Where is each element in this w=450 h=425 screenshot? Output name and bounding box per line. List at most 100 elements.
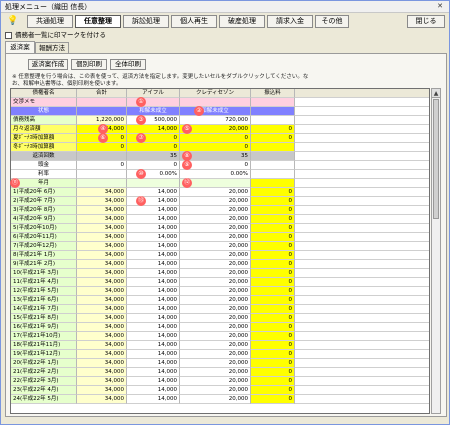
schedule-fee[interactable]: 0 xyxy=(251,242,295,251)
schedule-saison[interactable]: 20,000 xyxy=(180,260,251,269)
schedule-aiful[interactable]: 14,000 xyxy=(127,287,180,296)
schedule-saison[interactable]: 20,000 xyxy=(180,323,251,332)
schedule-fee[interactable]: 0 xyxy=(251,206,295,215)
schedule-fee[interactable]: 0 xyxy=(251,215,295,224)
schedule-aiful[interactable]: 14,000 xyxy=(127,350,180,359)
schedule-fee[interactable]: 0 xyxy=(251,260,295,269)
schedule-fee[interactable]: 0 xyxy=(251,251,295,260)
schedule-saison[interactable]: 20,000 xyxy=(180,395,251,404)
schedule-saison[interactable]: 20,000 xyxy=(180,224,251,233)
rate-aiful[interactable]: 0.00% xyxy=(127,170,180,179)
schedule-fee[interactable]: 0 xyxy=(251,287,295,296)
summer-bonus-aiful[interactable]: 0 xyxy=(127,134,180,143)
tab-litigation[interactable]: 訴訟処理 xyxy=(123,15,169,28)
winter-bonus-aiful[interactable]: 0 xyxy=(127,143,180,152)
individual-print-button[interactable]: 個別印刷 xyxy=(71,59,107,70)
memo-cell[interactable] xyxy=(251,98,295,107)
schedule-aiful[interactable]: 14,000 xyxy=(127,251,180,260)
schedule-fee[interactable]: 0 xyxy=(251,395,295,404)
schedule-aiful[interactable]: 14,000 xyxy=(127,314,180,323)
memo-cell[interactable] xyxy=(127,98,180,107)
schedule-aiful[interactable]: 14,000 xyxy=(127,332,180,341)
winter-bonus-saison[interactable]: 0 xyxy=(180,143,251,152)
mark-checkbox-row[interactable]: 債務者一覧に印マークを付ける xyxy=(5,31,106,40)
schedule-saison[interactable]: 20,000 xyxy=(180,314,251,323)
vertical-scrollbar[interactable]: ▲ xyxy=(431,88,441,414)
schedule-saison[interactable]: 20,000 xyxy=(180,197,251,206)
rate-saison[interactable]: 0.00% xyxy=(180,170,251,179)
tab-repayment-plan[interactable]: 返済案 xyxy=(5,41,35,53)
schedule-aiful[interactable]: 14,000 xyxy=(127,233,180,242)
schedule-fee[interactable]: 0 xyxy=(251,197,295,206)
schedule-aiful[interactable]: 14,000 xyxy=(127,341,180,350)
scroll-up-icon[interactable]: ▲ xyxy=(432,89,440,98)
close-button[interactable]: 閉じる xyxy=(407,15,445,28)
summer-bonus-saison[interactable]: 0 xyxy=(180,134,251,143)
schedule-fee[interactable]: 0 xyxy=(251,296,295,305)
debt-saison[interactable]: 720,000 xyxy=(180,116,251,125)
schedule-fee[interactable]: 0 xyxy=(251,341,295,350)
full-print-button[interactable]: 全体印刷 xyxy=(110,59,146,70)
schedule-fee[interactable]: 0 xyxy=(251,368,295,377)
schedule-saison[interactable]: 20,000 xyxy=(180,251,251,260)
memo-cell[interactable] xyxy=(180,98,251,107)
schedule-saison[interactable]: 20,000 xyxy=(180,368,251,377)
monthly-fee[interactable]: 0 xyxy=(251,125,295,134)
memo-row[interactable]: 交渉メモ xyxy=(11,98,429,107)
schedule-saison[interactable]: 20,000 xyxy=(180,386,251,395)
scroll-thumb[interactable] xyxy=(433,99,439,219)
schedule-saison[interactable]: 20,000 xyxy=(180,359,251,368)
schedule-aiful[interactable]: 14,000 xyxy=(127,359,180,368)
schedule-aiful[interactable]: 14,000 xyxy=(127,206,180,215)
lump-aiful[interactable]: 0 xyxy=(127,161,180,170)
debt-aiful[interactable]: 500,000 xyxy=(127,116,180,125)
tab-fee-method[interactable]: 報酬方法 xyxy=(35,42,69,53)
schedule-aiful[interactable]: 14,000 xyxy=(127,224,180,233)
schedule-aiful[interactable]: 14,000 xyxy=(127,197,180,206)
tab-bankruptcy[interactable]: 破産処理 xyxy=(219,15,265,28)
schedule-fee[interactable]: 0 xyxy=(251,314,295,323)
winter-bonus-fee-cell[interactable] xyxy=(251,143,295,152)
schedule-aiful[interactable]: 14,000 xyxy=(127,296,180,305)
status-saison[interactable]: 和解未成立 xyxy=(180,107,251,116)
schedule-fee[interactable]: 0 xyxy=(251,269,295,278)
schedule-fee[interactable]: 0 xyxy=(251,350,295,359)
schedule-aiful[interactable]: 14,000 xyxy=(127,269,180,278)
summer-bonus-fee[interactable]: 0 xyxy=(251,134,295,143)
schedule-aiful[interactable]: 14,000 xyxy=(127,188,180,197)
schedule-fee[interactable]: 0 xyxy=(251,224,295,233)
tab-other[interactable]: その他 xyxy=(315,15,349,28)
schedule-aiful[interactable]: 14,000 xyxy=(127,305,180,314)
schedule-aiful[interactable]: 14,000 xyxy=(127,278,180,287)
schedule-fee[interactable]: 0 xyxy=(251,305,295,314)
schedule-aiful[interactable]: 14,000 xyxy=(127,323,180,332)
schedule-saison[interactable]: 20,000 xyxy=(180,332,251,341)
schedule-aiful[interactable]: 14,000 xyxy=(127,242,180,251)
schedule-fee[interactable]: 0 xyxy=(251,386,295,395)
schedule-fee[interactable]: 0 xyxy=(251,359,295,368)
schedule-fee[interactable]: 0 xyxy=(251,323,295,332)
schedule-saison[interactable]: 20,000 xyxy=(180,305,251,314)
memo-cell[interactable] xyxy=(77,98,127,107)
schedule-aiful[interactable]: 14,000 xyxy=(127,260,180,269)
schedule-aiful[interactable]: 14,000 xyxy=(127,215,180,224)
schedule-fee[interactable]: 0 xyxy=(251,332,295,341)
schedule-aiful[interactable]: 14,000 xyxy=(127,377,180,386)
status-aiful[interactable]: 和解未成立 xyxy=(127,107,180,116)
schedule-saison[interactable]: 20,000 xyxy=(180,341,251,350)
schedule-saison[interactable]: 20,000 xyxy=(180,206,251,215)
tab-rehabilitation[interactable]: 個人再生 xyxy=(171,15,217,28)
monthly-aiful[interactable]: 14,000 xyxy=(127,125,180,134)
schedule-aiful[interactable]: 14,000 xyxy=(127,368,180,377)
tab-billing[interactable]: 請求入金 xyxy=(267,15,313,28)
schedule-saison[interactable]: 20,000 xyxy=(180,350,251,359)
schedule-saison[interactable]: 20,000 xyxy=(180,242,251,251)
schedule-aiful[interactable]: 14,000 xyxy=(127,386,180,395)
schedule-fee[interactable]: 0 xyxy=(251,188,295,197)
mark-checkbox[interactable] xyxy=(5,31,12,39)
schedule-saison[interactable]: 20,000 xyxy=(180,215,251,224)
schedule-saison[interactable]: 20,000 xyxy=(180,188,251,197)
schedule-fee[interactable]: 0 xyxy=(251,278,295,287)
tab-common[interactable]: 共通処理 xyxy=(27,15,73,28)
schedule-saison[interactable]: 20,000 xyxy=(180,269,251,278)
